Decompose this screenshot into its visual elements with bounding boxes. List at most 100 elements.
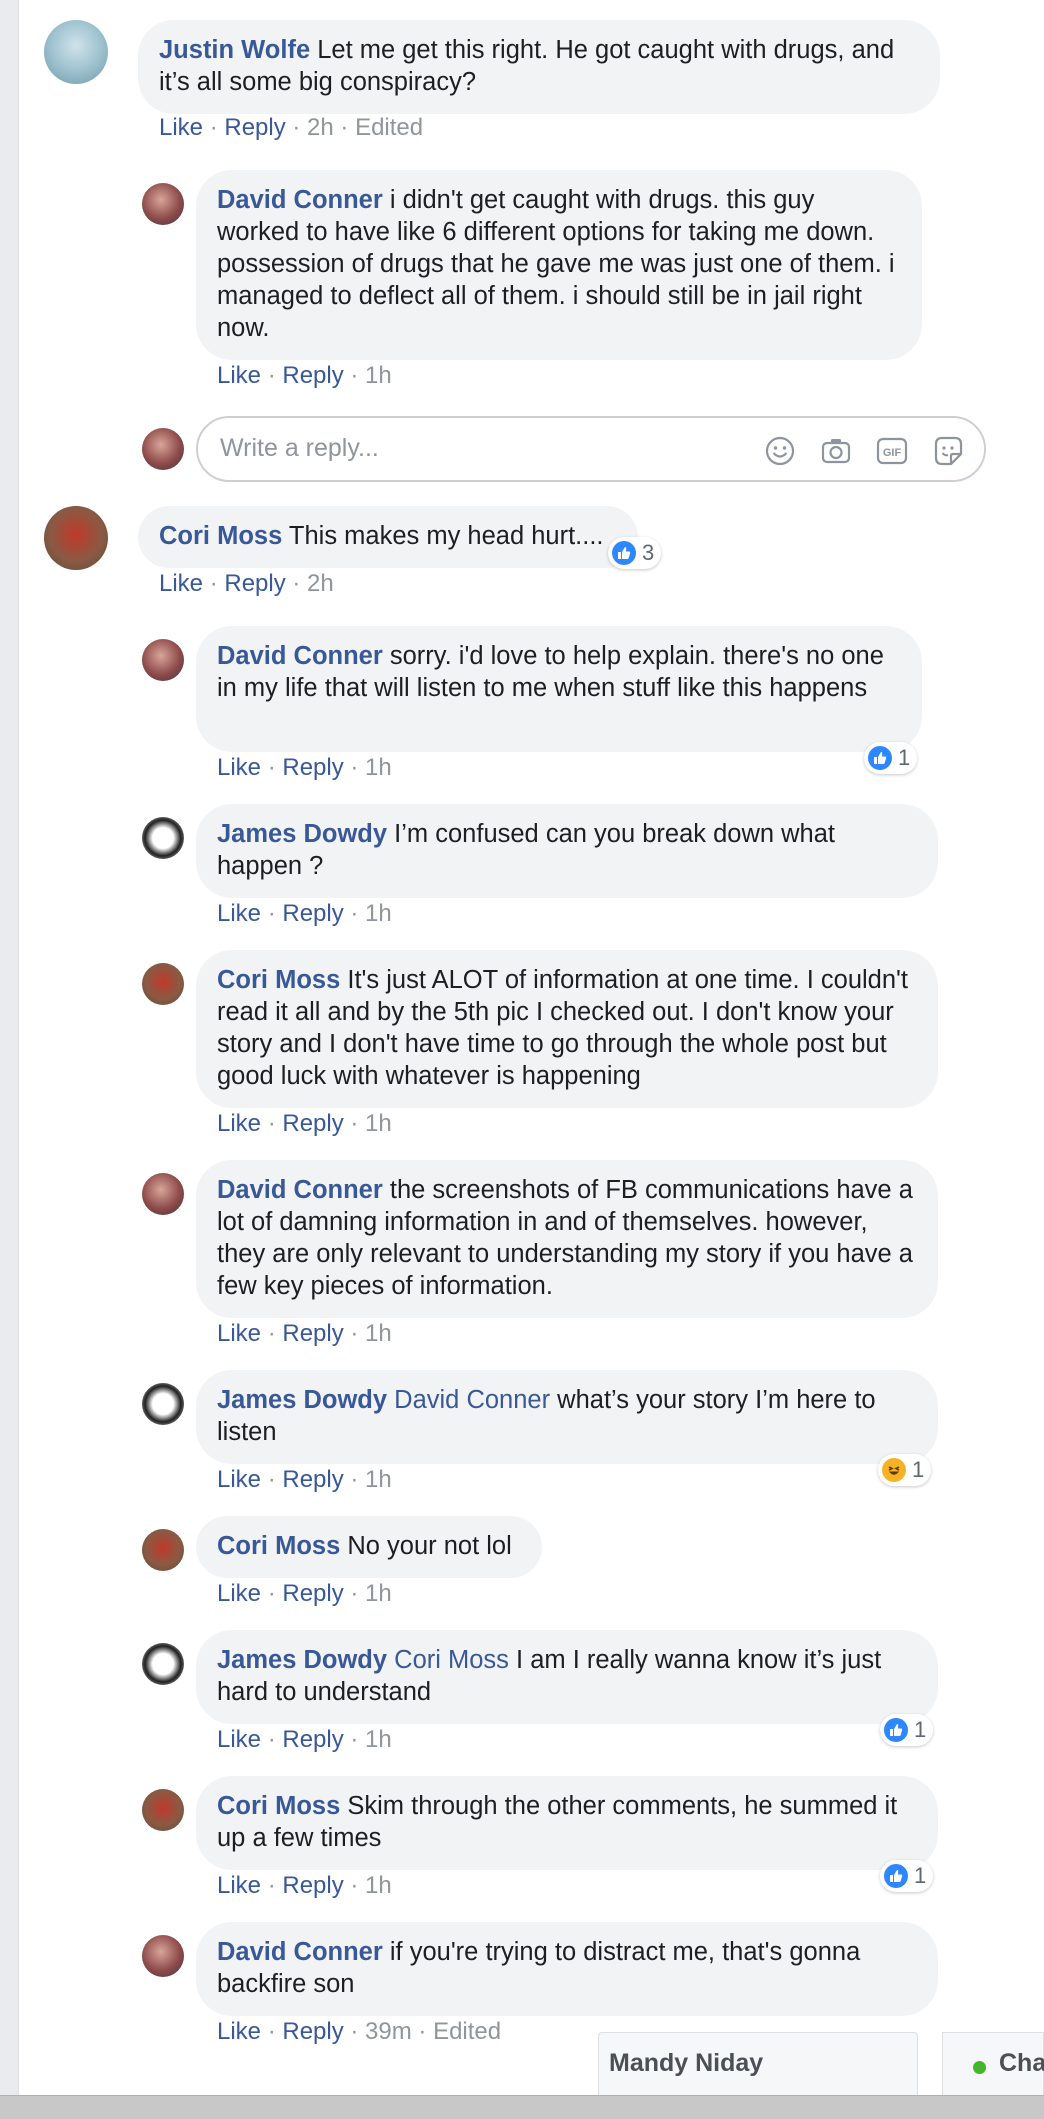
- comment-bubble: David Conner the screenshots of FB commu…: [196, 1160, 938, 1318]
- like-button[interactable]: Like: [217, 754, 261, 781]
- like-button[interactable]: Like: [159, 114, 203, 141]
- like-button[interactable]: Like: [217, 1466, 261, 1493]
- avatar-james-dowdy[interactable]: [142, 1643, 184, 1685]
- edited-label[interactable]: Edited: [355, 114, 423, 141]
- comment-timestamp[interactable]: 1h: [365, 1320, 392, 1347]
- comment-actions: Like · Reply · 1h: [217, 1580, 392, 1607]
- comment-bubble: Cori Moss It's just ALOT of information …: [196, 950, 938, 1108]
- like-button[interactable]: Like: [217, 1726, 261, 1753]
- reaction-count-badge[interactable]: 3: [608, 537, 662, 569]
- edited-label[interactable]: Edited: [433, 2018, 501, 2045]
- comment-author-link[interactable]: James Dowdy: [217, 1646, 387, 1674]
- comment-timestamp[interactable]: 1h: [365, 1580, 392, 1607]
- window-bottom-edge: [0, 2095, 1044, 2119]
- reaction-count: 3: [642, 540, 655, 565]
- avatar-cori-moss[interactable]: [44, 506, 108, 570]
- like-button[interactable]: Like: [217, 1872, 261, 1899]
- reply-button[interactable]: Reply: [282, 1466, 343, 1493]
- reply-button[interactable]: Reply: [282, 1320, 343, 1347]
- comment-actions: Like · Reply · 1h: [217, 1110, 392, 1137]
- mention-link[interactable]: Cori Moss: [394, 1646, 509, 1674]
- avatar-david-conner[interactable]: [142, 1935, 184, 1977]
- comment-author-link[interactable]: David Conner: [217, 642, 383, 670]
- reply-button[interactable]: Reply: [282, 2018, 343, 2045]
- reply-button[interactable]: Reply: [282, 362, 343, 389]
- current-user-avatar: [142, 428, 184, 470]
- comment-timestamp[interactable]: 1h: [365, 1872, 392, 1899]
- comment-author-link[interactable]: David Conner: [217, 186, 383, 214]
- comment-author-link[interactable]: Cori Moss: [217, 1532, 340, 1560]
- like-button[interactable]: Like: [159, 570, 203, 597]
- comment-timestamp[interactable]: 39m: [365, 2018, 412, 2045]
- avatar-james-dowdy[interactable]: [142, 817, 184, 859]
- reply-button[interactable]: Reply: [282, 1726, 343, 1753]
- avatar-david-conner[interactable]: [142, 183, 184, 225]
- reaction-count-badge[interactable]: 1: [864, 742, 918, 774]
- chat-tab-mandy-niday[interactable]: Mandy Niday: [598, 2032, 918, 2095]
- reaction-count-badge[interactable]: 1: [878, 1454, 932, 1486]
- like-button[interactable]: Like: [217, 1320, 261, 1347]
- comment-thread: Justin Wolfe Let me get this right. He g…: [20, 0, 1024, 2095]
- reaction-count-badge[interactable]: 1: [880, 1860, 934, 1892]
- reply-button[interactable]: Reply: [282, 900, 343, 927]
- comment-author-link[interactable]: James Dowdy: [217, 1386, 387, 1414]
- comment-author-link[interactable]: Cori Moss: [159, 522, 282, 550]
- gif-label: GIF: [883, 447, 902, 459]
- avatar-james-dowdy[interactable]: [142, 1383, 184, 1425]
- comment-author-link[interactable]: Cori Moss: [217, 1792, 340, 1820]
- reply-button[interactable]: Reply: [282, 1580, 343, 1607]
- avatar-cori-moss[interactable]: [142, 1789, 184, 1831]
- reply-button[interactable]: Reply: [282, 754, 343, 781]
- online-status-icon: [973, 2061, 986, 2074]
- comment-timestamp[interactable]: 2h: [307, 570, 334, 597]
- comment-timestamp[interactable]: 1h: [365, 1110, 392, 1137]
- comment-actions: Like · Reply · 1h: [217, 1466, 392, 1493]
- comment-bubble: Cori Moss No your not lol: [196, 1516, 542, 1578]
- like-button[interactable]: Like: [217, 2018, 261, 2045]
- comment-author-link[interactable]: Justin Wolfe: [159, 36, 310, 64]
- emoji-icon[interactable]: [763, 434, 797, 468]
- chat-sidebar-tab[interactable]: Cha: [942, 2032, 1044, 2095]
- comment-text: This makes my head hurt....: [282, 522, 604, 550]
- comment-actions: Like · Reply · 1h: [217, 900, 392, 927]
- comment-timestamp[interactable]: 1h: [365, 900, 392, 927]
- comment-timestamp[interactable]: 2h: [307, 114, 334, 141]
- comment-timestamp[interactable]: 1h: [365, 1726, 392, 1753]
- avatar-david-conner[interactable]: [142, 1173, 184, 1215]
- comment-author-link[interactable]: Cori Moss: [217, 966, 340, 994]
- reply-button[interactable]: Reply: [282, 1110, 343, 1137]
- reaction-count: 1: [914, 1863, 927, 1888]
- sticker-icon[interactable]: [931, 434, 965, 468]
- like-button[interactable]: Like: [217, 900, 261, 927]
- reply-button[interactable]: Reply: [224, 570, 285, 597]
- comment-actions: Like · Reply · 1h: [217, 362, 392, 389]
- avatar-justin-wolfe[interactable]: [44, 20, 108, 84]
- reply-placeholder: Write a reply...: [220, 434, 379, 462]
- avatar-cori-moss[interactable]: [142, 963, 184, 1005]
- like-button[interactable]: Like: [217, 1580, 261, 1607]
- reply-input[interactable]: Write a reply... GIF: [196, 416, 986, 482]
- avatar-cori-moss[interactable]: [142, 1529, 184, 1571]
- reaction-count-badge[interactable]: 1: [880, 1714, 934, 1746]
- like-button[interactable]: Like: [217, 1110, 261, 1137]
- comment-actions: Like · Reply · 1h: [217, 1872, 392, 1899]
- reply-button[interactable]: Reply: [224, 114, 285, 141]
- comment-author-link[interactable]: David Conner: [217, 1938, 383, 1966]
- gif-icon[interactable]: GIF: [875, 434, 909, 468]
- camera-icon[interactable]: [819, 434, 853, 468]
- reply-button[interactable]: Reply: [282, 1872, 343, 1899]
- right-page-border: [1025, 0, 1044, 2095]
- like-button[interactable]: Like: [217, 362, 261, 389]
- comment-timestamp[interactable]: 1h: [365, 362, 392, 389]
- reaction-count: 1: [912, 1457, 925, 1482]
- comment-bubble: Justin Wolfe Let me get this right. He g…: [138, 20, 940, 114]
- mention-link[interactable]: David Conner: [394, 1386, 550, 1414]
- comment-timestamp[interactable]: 1h: [365, 1466, 392, 1493]
- comment-bubble: James Dowdy Cori Moss I am I really wann…: [196, 1630, 938, 1724]
- like-reaction-icon: [868, 746, 892, 770]
- comment-author-link[interactable]: David Conner: [217, 1176, 383, 1204]
- comment-author-link[interactable]: James Dowdy: [217, 820, 387, 848]
- like-reaction-icon: [884, 1718, 908, 1742]
- avatar-david-conner[interactable]: [142, 639, 184, 681]
- comment-timestamp[interactable]: 1h: [365, 754, 392, 781]
